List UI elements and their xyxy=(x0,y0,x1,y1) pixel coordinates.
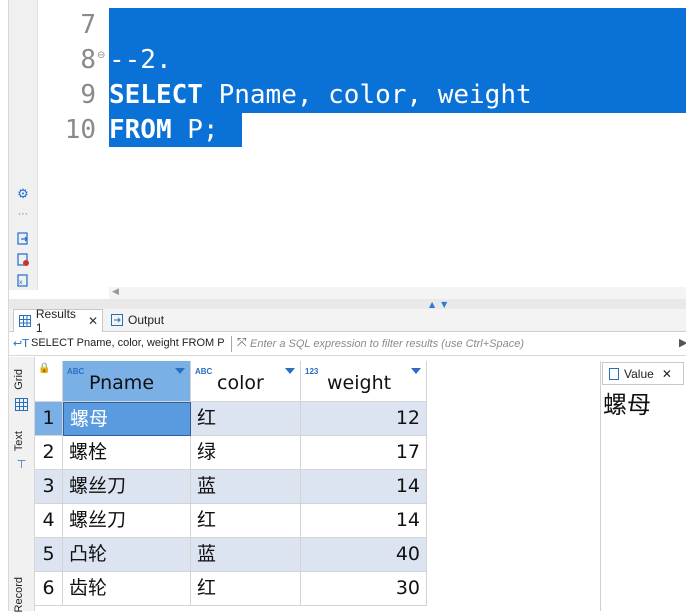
code-line-from: FROM P; xyxy=(109,113,219,147)
cell-pname[interactable]: 螺丝刀 xyxy=(63,470,191,504)
grid-icon xyxy=(19,314,32,328)
line-number: 7 xyxy=(80,10,96,40)
close-icon[interactable]: ✕ xyxy=(88,314,98,328)
divider xyxy=(231,336,232,352)
cell-color[interactable]: 红 xyxy=(191,572,301,606)
gear-icon[interactable]: ⚙ xyxy=(15,186,31,202)
filter-input[interactable]: Enter a SQL expression to filter results… xyxy=(250,336,675,352)
line-number: 8 xyxy=(80,45,96,75)
type-badge: ABC xyxy=(195,367,213,376)
more-dots-icon: ⋯ xyxy=(18,208,28,220)
cell-color[interactable]: 蓝 xyxy=(191,538,301,572)
value-panel: Value ✕ 螺母 xyxy=(600,361,686,611)
cell-value-display[interactable]: 螺母 xyxy=(603,385,651,420)
grid-view-icon[interactable] xyxy=(14,397,29,412)
left-edge-strip xyxy=(0,0,8,611)
results-tab-bar: Results 1 ✕ Output xyxy=(9,307,686,335)
tab-grid[interactable]: Grid xyxy=(13,369,25,390)
text-view-icon[interactable]: ⊤ xyxy=(14,457,29,472)
file-error-icon[interactable] xyxy=(15,251,31,267)
run-filter-icon[interactable]: ▶ xyxy=(679,336,686,349)
panel-splitter[interactable]: ▲▼ xyxy=(9,299,686,309)
expand-icon[interactable]: ⤧ xyxy=(237,335,247,350)
code-text: Pname, color, weight xyxy=(202,80,532,110)
column-header-color[interactable]: ABC color xyxy=(191,361,301,402)
tab-label: Value xyxy=(624,366,654,381)
row-number[interactable]: 6 xyxy=(35,572,63,606)
editor-horizontal-scrollbar[interactable]: ◀ xyxy=(109,287,686,299)
row-number[interactable]: 2 xyxy=(35,436,63,470)
collapse-arrows-icon[interactable]: ▲▼ xyxy=(429,300,453,309)
lock-icon: 🔒 xyxy=(35,361,63,402)
cell-pname[interactable]: 螺栓 xyxy=(63,436,191,470)
variables-icon[interactable]: x xyxy=(15,272,31,288)
tab-record[interactable]: Record xyxy=(13,577,25,612)
tab-output[interactable]: Output xyxy=(105,309,185,331)
scroll-left-icon[interactable]: ◀ xyxy=(112,287,119,297)
line-number: 9 xyxy=(80,80,96,110)
sql-editor[interactable]: --2. SELECT Pname, color, weight FROM P; xyxy=(109,0,686,290)
document-icon xyxy=(607,367,620,380)
column-header-pname[interactable]: ABC Pname xyxy=(63,361,191,402)
cell-color[interactable]: 红 xyxy=(191,504,301,538)
cell-weight[interactable]: 12 xyxy=(301,402,427,436)
cell-weight[interactable]: 17 xyxy=(301,436,427,470)
tab-label: Results 1 xyxy=(35,307,76,335)
cell-color[interactable]: 红 xyxy=(191,402,301,436)
export-icon[interactable] xyxy=(15,230,31,246)
row-number[interactable]: 5 xyxy=(35,538,63,572)
cell-weight[interactable]: 30 xyxy=(301,572,427,606)
filter-bar: ↩T SELECT Pname, color, weight FROM P ⤧ … xyxy=(9,333,686,356)
keyword-from: FROM xyxy=(109,115,172,145)
cell-pname[interactable]: 螺丝刀 xyxy=(63,504,191,538)
fold-toggle-icon[interactable]: ⊖ xyxy=(97,50,105,61)
line-number: 10 xyxy=(64,115,96,145)
svg-text:x: x xyxy=(19,279,23,286)
code-text: P; xyxy=(171,115,219,145)
row-number[interactable]: 3 xyxy=(35,470,63,504)
keyword-select: SELECT xyxy=(109,80,203,110)
cell-pname[interactable]: 齿轮 xyxy=(63,572,191,606)
tab-value[interactable]: Value ✕ xyxy=(602,362,684,385)
sort-dropdown-icon[interactable] xyxy=(411,368,421,374)
column-name: color xyxy=(217,372,264,394)
cell-pname[interactable]: 凸轮 xyxy=(63,538,191,572)
type-badge: ABC xyxy=(67,367,85,376)
row-number[interactable]: 1 xyxy=(35,402,63,436)
view-switcher: Grid Text ⊤ Record xyxy=(9,357,35,612)
code-line-comment: --2. xyxy=(109,45,172,75)
cell-color[interactable]: 绿 xyxy=(191,436,301,470)
sql-query-icon: ↩T xyxy=(13,337,29,350)
cell-weight[interactable]: 14 xyxy=(301,470,427,504)
column-name: weight xyxy=(327,372,392,394)
query-text[interactable]: SELECT Pname, color, weight FROM P xyxy=(31,337,231,349)
column-header-weight[interactable]: 123 weight xyxy=(301,361,427,402)
type-badge: 123 xyxy=(305,367,319,376)
row-number[interactable]: 4 xyxy=(35,504,63,538)
cell-pname[interactable]: 螺母 xyxy=(63,402,191,436)
cell-weight[interactable]: 14 xyxy=(301,504,427,538)
tab-results-1[interactable]: Results 1 ✕ xyxy=(13,307,103,335)
column-name: Pname xyxy=(89,372,155,394)
code-line-select: SELECT Pname, color, weight xyxy=(109,78,532,112)
output-icon xyxy=(110,313,124,327)
cell-color[interactable]: 蓝 xyxy=(191,470,301,504)
tab-text[interactable]: Text xyxy=(13,431,25,451)
cell-weight[interactable]: 40 xyxy=(301,538,427,572)
line-number-gutter: 7 8 9 10 xyxy=(38,0,108,290)
sort-dropdown-icon[interactable] xyxy=(175,368,185,374)
tab-label: Output xyxy=(128,313,165,327)
sort-dropdown-icon[interactable] xyxy=(285,368,295,374)
close-icon[interactable]: ✕ xyxy=(662,367,672,381)
editor-gutter: ⚙ ⋯ x xyxy=(9,0,38,290)
